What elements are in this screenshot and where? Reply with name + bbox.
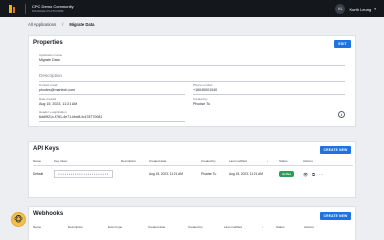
api-key-modified: Aug 15, 2023, 11:21 AM	[229, 172, 263, 176]
contact-email-field[interactable]: Contact email phodes@martech.com	[39, 83, 75, 92]
application-name-field[interactable]: Application name Migrate Data	[39, 53, 62, 62]
api-key-token: ••••••••••••••••••••••••	[54, 170, 113, 178]
column-header[interactable]: Created date	[149, 157, 201, 164]
header-application-field: Header x-application 6dd9f21c-f781-4e71-…	[39, 110, 102, 119]
header-application-label: Header x-application	[39, 110, 67, 114]
column-header[interactable]: Status	[279, 157, 303, 164]
api-keys-title: API Keys	[33, 146, 60, 152]
date-created-label: Date created	[39, 97, 57, 101]
breadcrumb-all-applications[interactable]: All Applications	[28, 22, 56, 27]
header-application-value: 6dd9f21c-f781-4e71-bbd8-fc478770081	[39, 115, 103, 119]
properties-panel: Properties EDIT Application name Migrate…	[28, 35, 356, 127]
created-by-value: Phodse Tu	[193, 102, 211, 106]
application-name-label: Application name	[39, 53, 63, 57]
contact-email-label: Contact email	[39, 83, 58, 87]
sort-icon[interactable]: ↓	[267, 157, 279, 164]
column-header[interactable]: Description	[121, 157, 149, 164]
properties-title: Properties	[33, 40, 63, 46]
created-by-field: Created by Phodse Tu	[193, 97, 210, 106]
created-by-label: Created by	[193, 97, 208, 101]
divider	[39, 81, 345, 82]
column-header[interactable]: Name	[33, 157, 54, 164]
divider	[25, 3, 26, 14]
status-cell: Active	[279, 168, 303, 180]
org-subtitle: MANAGE PLATFORM	[32, 8, 64, 13]
divider	[39, 94, 185, 95]
avatar: KL	[335, 4, 346, 14]
divider	[193, 94, 345, 95]
api-key-name: Default	[33, 172, 44, 176]
status-badge: Active	[279, 171, 295, 177]
date-created-value: Aug 15, 2023, 11:21 AM	[39, 102, 78, 106]
application-name-value: Migrate Data	[39, 58, 60, 62]
org-switcher[interactable]: CPC Demo Community MANAGE PLATFORM	[32, 4, 74, 14]
column-header[interactable]: Status	[276, 223, 304, 230]
contact-email-value: phodes@martech.com	[39, 88, 76, 92]
phone-value: +16045001040	[193, 88, 218, 92]
copy-icon[interactable]: ⧉	[312, 172, 315, 177]
view-icon[interactable]: 👁	[303, 172, 308, 177]
org-name: CPC Demo Community	[32, 3, 74, 9]
table-header-row: Name Key token Description Created date …	[33, 157, 353, 164]
top-bar: CPC Demo Community MANAGE PLATFORM KL Ku…	[0, 0, 384, 17]
column-header[interactable]: Description	[68, 223, 108, 230]
edit-button[interactable]: EDIT	[334, 40, 351, 48]
user-menu[interactable]: KL Kurth Leung ▾	[335, 4, 376, 14]
token-cell: ••••••••••••••••••••••••	[54, 168, 121, 180]
webhooks-title: Webhooks	[33, 211, 64, 217]
divider	[33, 165, 353, 166]
more-icon[interactable]: ⋯	[319, 172, 323, 177]
column-header[interactable]: Last modified	[224, 223, 262, 230]
info-icon[interactable]: i	[338, 111, 345, 118]
create-webhook-button[interactable]: CREATE NEW	[320, 212, 351, 220]
column-header[interactable]: Last modified	[229, 157, 267, 164]
column-header: Actions	[303, 158, 313, 163]
column-header[interactable]: Name	[33, 223, 68, 230]
empty-cell	[267, 168, 279, 180]
app-logo-icon[interactable]	[9, 4, 16, 13]
divider	[39, 121, 185, 122]
column-header[interactable]: Created by	[201, 157, 229, 164]
phone-label: Phone number	[193, 83, 213, 87]
column-header[interactable]: Key token	[54, 157, 121, 164]
description-field[interactable]: Description	[39, 73, 62, 78]
breadcrumb: All Applications / Migrate Data	[28, 20, 94, 28]
column-header[interactable]: Event type	[108, 223, 148, 230]
webhooks-table: Name Description Event type Created date…	[33, 223, 353, 230]
column-header: Actions	[304, 224, 314, 229]
column-header[interactable]: Created by	[188, 223, 224, 230]
api-key-created-by: Phodse Tu	[201, 172, 217, 176]
create-api-key-button[interactable]: CREATE NEW	[320, 146, 351, 154]
api-keys-table: Name Key token Description Created date …	[33, 157, 353, 180]
divider	[39, 65, 345, 66]
user-name: Kurth Leung	[349, 6, 372, 12]
api-key-description	[121, 168, 149, 180]
table-header-row: Name Description Event type Created date…	[33, 223, 353, 230]
help-assistant-icon[interactable]: 🐵	[12, 213, 25, 226]
api-key-created: Aug 15, 2023, 11:21 AM	[149, 172, 183, 176]
date-created-field: Date created Aug 15, 2023, 11:21 AM	[39, 97, 77, 106]
chevron-down-icon: ▾	[374, 7, 376, 11]
actions-cell: 👁 ⧉ ⋯	[303, 168, 353, 180]
column-header[interactable]: Created date	[148, 223, 188, 230]
sort-icon[interactable]: ↓	[262, 223, 276, 230]
api-keys-panel: API Keys CREATE NEW Name Key token Descr…	[28, 141, 356, 198]
breadcrumb-current: Migrate Data	[69, 21, 95, 27]
breadcrumb-separator: /	[62, 21, 64, 27]
phone-field[interactable]: Phone number +16045001040	[193, 83, 217, 92]
webhooks-panel: Webhooks CREATE NEW Name Description Eve…	[28, 206, 356, 240]
table-row[interactable]: Default •••••••••••••••••••••••• Aug 15,…	[33, 168, 353, 180]
